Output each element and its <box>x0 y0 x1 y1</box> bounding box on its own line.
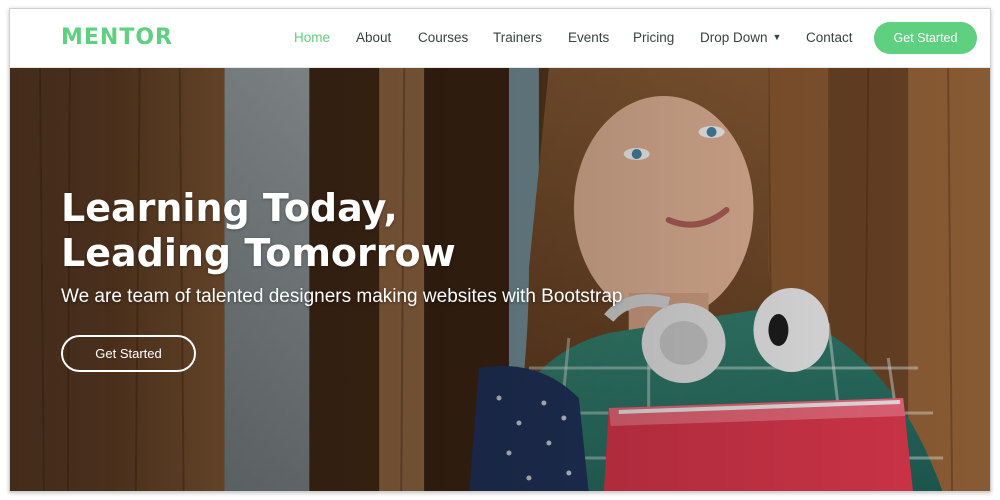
chevron-down-icon: ▼ <box>772 32 782 42</box>
hero-title-line-2: Leading Tomorrow <box>61 231 456 275</box>
get-started-hero-button[interactable]: Get Started <box>61 335 196 372</box>
hero-subtitle: We are team of talented designers making… <box>61 286 623 307</box>
nav-item-pricing[interactable]: Pricing <box>633 30 674 45</box>
browser-frame: MENTOR Home About Courses Trainers Event… <box>9 8 991 492</box>
nav-item-contact[interactable]: Contact <box>806 30 853 45</box>
nav-item-about[interactable]: About <box>356 30 391 45</box>
nav-item-home[interactable]: Home <box>294 30 330 45</box>
nav-item-trainers[interactable]: Trainers <box>493 30 542 45</box>
hero-section: Learning Today, Leading Tomorrow We are … <box>10 68 990 491</box>
logo[interactable]: MENTOR <box>61 25 173 50</box>
nav-item-courses[interactable]: Courses <box>418 30 468 45</box>
nav-item-dropdown[interactable]: Drop Down ▼ <box>700 30 781 45</box>
nav-item-events[interactable]: Events <box>568 30 609 45</box>
get-started-header-button[interactable]: Get Started <box>874 22 977 54</box>
hero-title-line-1: Learning Today, <box>61 186 398 230</box>
hero-overlay <box>10 68 990 491</box>
nav-item-dropdown-label: Drop Down <box>700 30 768 45</box>
hero-title: Learning Today, Leading Tomorrow <box>61 186 561 276</box>
site-header: MENTOR Home About Courses Trainers Event… <box>10 9 990 68</box>
